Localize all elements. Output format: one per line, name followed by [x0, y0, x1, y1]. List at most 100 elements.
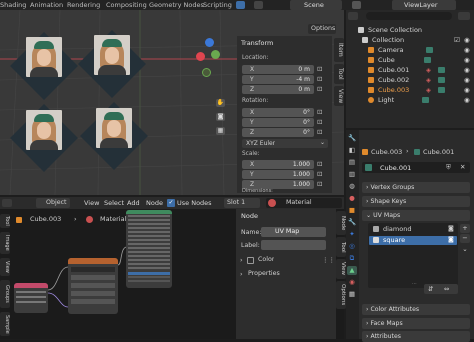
drag-handle-icon[interactable]: ⋮⋮: [322, 256, 335, 264]
tab-scripting[interactable]: Scripting: [203, 0, 232, 10]
tab-options[interactable]: Options: [336, 281, 346, 309]
grid-view-icon[interactable]: ▦: [216, 127, 225, 135]
mesh-data-icon[interactable]: ▲: [347, 266, 357, 275]
eye-icon[interactable]: ◉: [464, 95, 470, 105]
options-button[interactable]: Options: [308, 24, 336, 34]
outliner-row-cube[interactable]: Cube ◉: [346, 55, 474, 65]
scene-browse-icon[interactable]: [236, 1, 245, 9]
section-vertex-groups[interactable]: › Vertex Groups: [362, 182, 470, 193]
image-texture-node[interactable]: [68, 258, 118, 314]
camera-view-icon[interactable]: ◙: [216, 113, 225, 121]
tab-rendering[interactable]: Rendering: [67, 0, 100, 10]
node-label-field[interactable]: [261, 240, 326, 250]
navigation-gizmo[interactable]: [196, 38, 220, 84]
tab-tool[interactable]: Tool: [334, 64, 344, 84]
outliner-mode-icon[interactable]: [348, 12, 358, 20]
texture-icon[interactable]: ▦: [347, 290, 357, 299]
lock-icon[interactable]: ⊡: [317, 75, 325, 83]
outliner-row-scene-collection[interactable]: Scene Collection: [346, 25, 474, 35]
eye-icon[interactable]: ◉: [464, 75, 470, 85]
material-datablock-field[interactable]: Material: [266, 198, 342, 208]
outliner-row-light[interactable]: Light ◉: [346, 95, 474, 105]
scale-y-field[interactable]: Y 1.000: [242, 170, 314, 179]
eye-icon[interactable]: ◉: [464, 35, 470, 45]
view-layer-icon[interactable]: ▥: [347, 170, 357, 179]
section-color-attributes[interactable]: › Color Attributes: [362, 304, 470, 315]
eye-icon[interactable]: ◉: [464, 45, 470, 55]
eye-icon[interactable]: ◉: [464, 55, 470, 65]
list-resize-grip-icon[interactable]: ⋯: [412, 281, 417, 287]
chevron-down-icon[interactable]: ⌄: [460, 245, 470, 254]
uv-map-item-diamond[interactable]: diamond ◙: [369, 225, 457, 234]
gizmo-z-icon[interactable]: [205, 38, 214, 47]
material-icon[interactable]: ◉: [347, 278, 357, 287]
texture-coordinate-node[interactable]: [14, 283, 48, 313]
node-name-field[interactable]: UV Map: [261, 227, 326, 237]
fake-user-icon[interactable]: ⛨: [446, 163, 451, 172]
portrait-texture-2[interactable]: [94, 35, 130, 75]
checkbox-icon[interactable]: ☑: [454, 35, 460, 45]
section-uv-maps[interactable]: ⌄ UV Maps: [362, 210, 470, 221]
sort-az-icon[interactable]: ⇵: [428, 285, 433, 293]
lock-icon[interactable]: ⊡: [317, 65, 325, 73]
rotation-x-field[interactable]: X 0°: [242, 108, 314, 117]
remove-icon[interactable]: −: [460, 234, 470, 243]
tab-view[interactable]: View: [334, 86, 344, 106]
mesh-datablock-field[interactable]: Cube.001 ⛨ ✕: [362, 162, 470, 173]
new-scene-icon[interactable]: [352, 1, 361, 9]
particles-icon[interactable]: ✦: [347, 230, 357, 239]
tab-geometry-nodes[interactable]: Geometry Nodes: [149, 0, 204, 10]
view-layer-selector[interactable]: ViewLayer: [392, 0, 456, 10]
constraints-icon[interactable]: ⧉: [347, 254, 357, 263]
tab-shading[interactable]: Shading: [0, 0, 26, 10]
output-icon[interactable]: ▤: [347, 158, 357, 167]
rotation-mode-dropdown[interactable]: XYZ Euler ⌄: [242, 139, 328, 148]
lock-icon[interactable]: ⊡: [317, 180, 325, 188]
outliner-row-collection[interactable]: Collection ☑ ◉: [346, 35, 474, 45]
tab-view[interactable]: View: [336, 259, 346, 279]
color-checkbox[interactable]: [247, 257, 254, 264]
lock-icon[interactable]: ⊡: [317, 128, 325, 136]
location-z-field[interactable]: Z 0 m: [242, 85, 314, 94]
physics-icon[interactable]: ◎: [347, 242, 357, 251]
tab-item[interactable]: Item: [334, 38, 344, 62]
principled-bsdf-node[interactable]: [126, 210, 172, 288]
lock-icon[interactable]: ⊡: [317, 108, 325, 116]
modifier-icon[interactable]: 🔧: [347, 218, 357, 227]
camera-icon[interactable]: ◙: [448, 236, 454, 243]
rotation-z-field[interactable]: Z 0°: [242, 128, 314, 137]
portrait-texture-1[interactable]: [26, 37, 62, 77]
camera-icon[interactable]: ◙: [448, 225, 454, 232]
filter-icon[interactable]: [254, 1, 263, 9]
uv-map-item-square[interactable]: square ◙: [369, 236, 457, 245]
eye-icon[interactable]: ◉: [464, 65, 470, 75]
add-icon[interactable]: +: [460, 224, 470, 233]
section-attributes[interactable]: › Attributes: [362, 331, 470, 342]
gizmo-y-icon[interactable]: [211, 50, 220, 59]
outliner-row-camera[interactable]: Camera ◉: [346, 45, 474, 55]
lock-icon[interactable]: ⊡: [317, 170, 325, 178]
tool-icon[interactable]: 🔧: [347, 134, 357, 143]
filter-arrows-icon[interactable]: ⇔: [444, 285, 449, 293]
filter-icon[interactable]: [458, 12, 470, 20]
scene-icon[interactable]: ◍: [347, 182, 357, 191]
world-icon[interactable]: ●: [347, 194, 357, 203]
lock-icon[interactable]: ⊡: [317, 160, 325, 168]
scale-x-field[interactable]: X 1.000: [242, 160, 314, 169]
pan-hand-icon[interactable]: ✋: [216, 99, 225, 107]
portrait-texture-4[interactable]: [96, 108, 132, 148]
render-icon[interactable]: ◧: [347, 146, 357, 155]
eye-icon[interactable]: ◉: [464, 85, 470, 95]
scene-selector[interactable]: Scene: [290, 0, 342, 10]
tab-node[interactable]: Node: [336, 211, 346, 235]
tab-animation[interactable]: Animation: [30, 0, 63, 10]
properties-subpanel[interactable]: › Properties: [238, 269, 334, 281]
outliner-row-cube-001[interactable]: Cube.001 ◈ ◉: [346, 65, 474, 75]
location-y-field[interactable]: Y -4 m: [242, 75, 314, 84]
location-x-field[interactable]: X 0 m: [242, 65, 314, 74]
close-icon[interactable]: ✕: [460, 163, 465, 171]
gizmo-neg-y-icon[interactable]: [202, 68, 211, 77]
portrait-texture-3[interactable]: [26, 110, 62, 150]
lock-icon[interactable]: ⊡: [317, 118, 325, 126]
object-icon[interactable]: ■: [347, 206, 357, 215]
